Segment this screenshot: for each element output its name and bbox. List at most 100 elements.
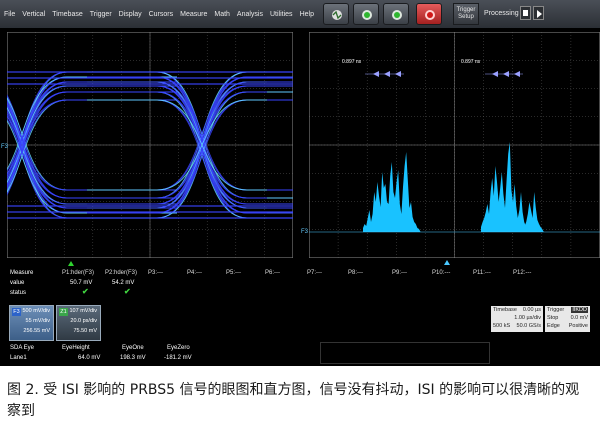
timebase-per-div: 1.00 µs/div — [514, 315, 541, 321]
marker-left-label: 0.897 ns — [342, 59, 362, 65]
menu-trigger[interactable]: Trigger — [90, 11, 112, 18]
eye-trace-line — [267, 203, 293, 205]
trigger-type: Edge — [547, 323, 560, 329]
menu-analysis[interactable]: Analysis — [237, 11, 263, 18]
p2-status-check-icon: ✔ — [124, 287, 131, 296]
eye-parameter-table: SDA Eye EyeHeight EyeOne EyeZero Lane1 6… — [0, 342, 600, 366]
f3-line3: 256.55 mV — [23, 328, 50, 334]
menu-measure[interactable]: Measure — [180, 11, 207, 18]
run-button[interactable] — [533, 6, 544, 20]
eye-trace-line — [267, 212, 293, 214]
eye-height-header: EyeHeight — [62, 345, 90, 351]
eye-table-empty-cell — [320, 342, 490, 364]
eye-trace-line — [267, 217, 293, 219]
z1-line1: 107 mV/div — [69, 308, 97, 314]
value-label: value — [10, 280, 25, 286]
menu-file[interactable]: File — [4, 11, 15, 18]
histogram-cluster — [363, 152, 421, 232]
p2-value: 54.2 mV — [112, 280, 135, 286]
menu-bar: File Vertical Timebase Trigger Display C… — [0, 0, 600, 28]
eye-trace-line — [267, 189, 293, 191]
timebase-rate: 50.0 GS/s — [516, 323, 541, 329]
green-dot-icon — [392, 10, 402, 20]
figure-caption: 图 2. 受 ISI 影响的 PRBS5 信号的眼图和直方图，信号没有抖动，IS… — [7, 382, 580, 419]
menu: File Vertical Timebase Trigger Display C… — [0, 0, 321, 28]
stop-button[interactable] — [520, 6, 531, 20]
marker-right-label: 0.897 ns — [461, 59, 481, 65]
eye-trace-line — [267, 203, 293, 205]
measure-header-p5[interactable]: P5:--- — [226, 270, 241, 276]
trigger-box[interactable]: Trigger IIKDD Stop 0.0 mV Edge Positive — [545, 306, 590, 332]
measure-header-p11[interactable]: P11:--- — [473, 270, 491, 276]
eye-zero-header: EyeZero — [167, 345, 190, 351]
p1-value: 50.7 mV — [70, 280, 93, 286]
menu-vertical[interactable]: Vertical — [22, 11, 45, 18]
measure-header-p1[interactable]: P1:hder(F3) — [62, 270, 94, 276]
cursor-tool-button[interactable] — [353, 3, 379, 25]
lane-name: Lane1 — [10, 355, 27, 361]
menu-cursors[interactable]: Cursors — [149, 11, 174, 18]
f3-line2: 55 mV/div — [25, 318, 50, 324]
eye-trace-line — [267, 91, 293, 93]
record-button[interactable] — [416, 3, 442, 25]
measure-header-p3[interactable]: P3:--- — [148, 270, 163, 276]
trigger-slope: Positive — [568, 323, 588, 329]
trigger-level: 0.0 mV — [570, 315, 588, 321]
eye-trace-line — [267, 91, 293, 93]
eye-trace-line — [267, 99, 293, 101]
timebase-box[interactable]: Timebase 0.00 µs 1.00 µs/div 500 kS 50.0… — [491, 306, 543, 332]
timebase-label: Timebase — [493, 307, 517, 313]
oscilloscope-window: File Vertical Timebase Trigger Display C… — [0, 0, 600, 366]
trigger-mode: Stop — [547, 315, 559, 321]
red-dot-icon — [425, 10, 435, 20]
eye-trace-line — [267, 197, 293, 199]
eye-trace-line — [267, 85, 293, 87]
histogram-cluster — [481, 142, 529, 232]
menu-timebase[interactable]: Timebase — [52, 11, 82, 18]
timebase-value: 0.00 µs — [522, 307, 541, 313]
trigger-badge: IIKDD — [571, 307, 588, 313]
menu-math[interactable]: Math — [214, 11, 230, 18]
eye-diagram-grid — [7, 32, 293, 258]
trigger-label: Trigger — [547, 307, 565, 313]
eye-trace-line — [267, 76, 293, 78]
measure-header-p4[interactable]: P4:--- — [187, 270, 202, 276]
histogram-ground-marker: F3 — [301, 229, 309, 235]
measure-header-p8[interactable]: P8:--- — [348, 270, 363, 276]
measure-header-p6[interactable]: P6:--- — [265, 270, 280, 276]
marker-left: 0.897 ns — [342, 59, 404, 77]
channel-z1-box[interactable]: Z1 107 mV/div 20.0 ps/div 75.50 mV — [56, 305, 101, 341]
green-dot-icon — [362, 10, 372, 20]
histogram-cluster — [523, 192, 544, 232]
measure-table: Measure value status P1:hder(F3) P2:hder(… — [0, 270, 600, 304]
menu-display[interactable]: Display — [119, 11, 142, 18]
p1-status-check-icon: ✔ — [82, 287, 89, 296]
measure-header-p10[interactable]: P10:--- — [432, 270, 450, 276]
eye-trace-line — [267, 85, 293, 87]
z1-line3: 75.50 mV — [73, 328, 97, 334]
eye-ground-marker: F3 — [1, 144, 9, 150]
status-label: status — [10, 290, 27, 296]
marker-right: 0.897 ns — [461, 59, 523, 77]
stop-icon — [523, 10, 528, 16]
trigger-setup-button[interactable]: Trigger Setup — [453, 3, 479, 25]
menu-help[interactable]: Help — [300, 11, 314, 18]
measure-header-p7[interactable]: P7:--- — [307, 270, 322, 276]
histogram-position-icon — [444, 260, 450, 265]
measure-header-p9[interactable]: P9:--- — [392, 270, 407, 276]
auto-setup-button[interactable] — [323, 3, 349, 25]
measure-header-p12[interactable]: P12:--- — [513, 270, 531, 276]
measure-header-p2[interactable]: P2:hder(F3) — [105, 270, 137, 276]
channel-f3-box[interactable]: F3 500 mV/div 55 mV/div 256.55 mV — [9, 305, 54, 341]
eye-trace-line — [267, 197, 293, 199]
measure-tool-button[interactable] — [383, 3, 409, 25]
eye-trace-line — [267, 207, 293, 209]
histogram-bars — [363, 142, 544, 232]
trigger-setup-line2: Setup — [458, 14, 474, 20]
eye-zero-value: -181.2 mV — [164, 355, 192, 361]
processing-label: Processing — [484, 10, 519, 17]
waveform-icon — [332, 10, 342, 20]
eye-trace-line — [267, 71, 293, 73]
menu-utilities[interactable]: Utilities — [270, 11, 293, 18]
eye-name: SDA Eye — [10, 345, 35, 351]
